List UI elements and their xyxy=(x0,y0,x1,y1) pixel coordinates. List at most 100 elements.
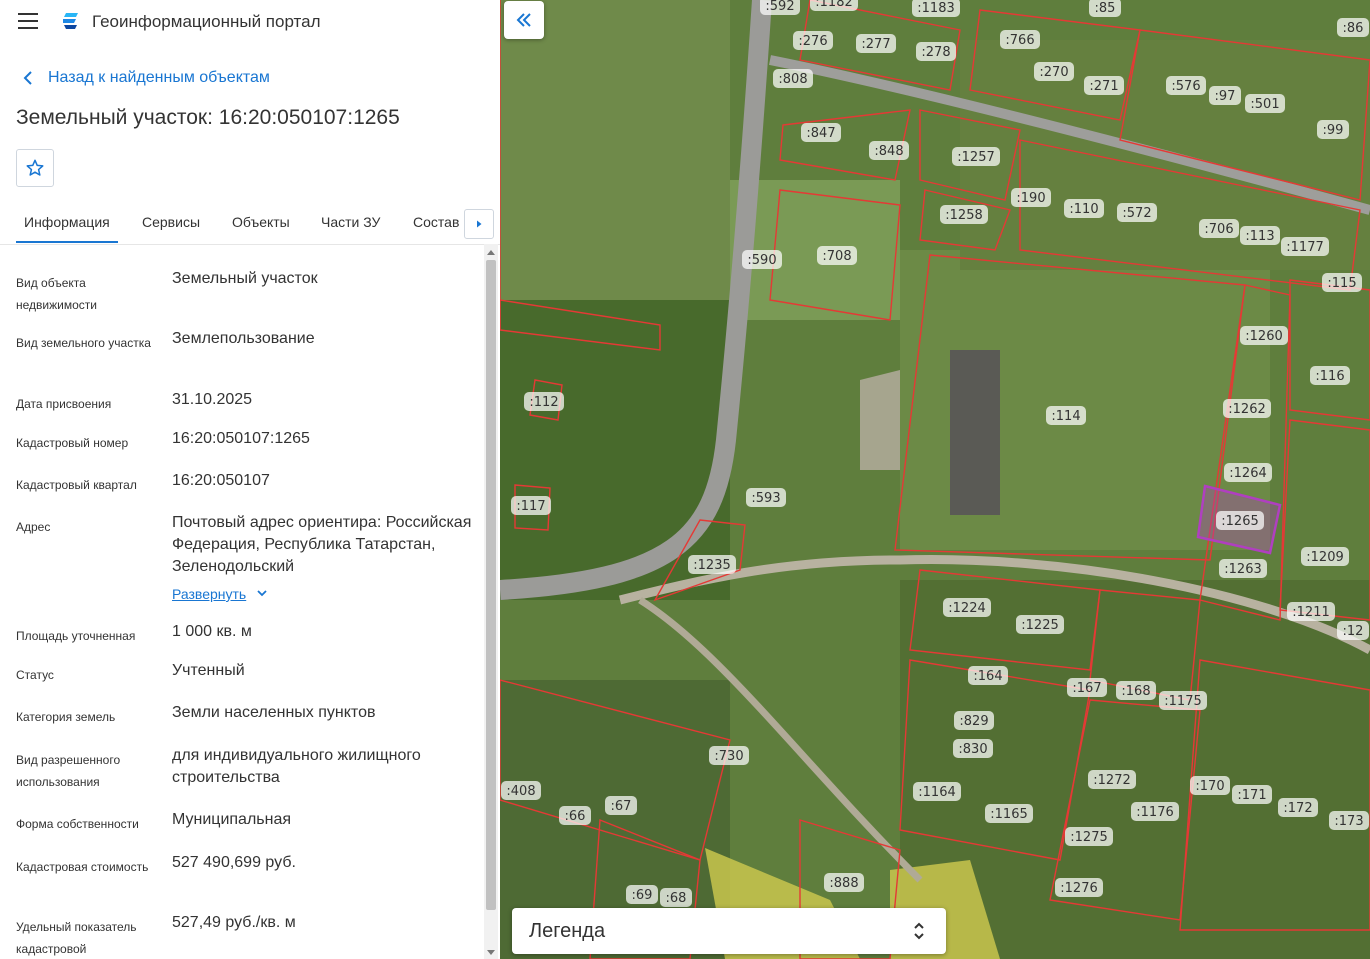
parcel-label[interactable]: :113 xyxy=(1240,226,1280,245)
parcel-number: :572 xyxy=(1122,206,1151,221)
parcel-label[interactable]: :1164 xyxy=(913,782,961,801)
parcel-label[interactable]: :1211 xyxy=(1287,602,1335,621)
parcel-label[interactable]: :170 xyxy=(1190,776,1230,795)
parcel-label[interactable]: :164 xyxy=(968,666,1008,685)
info-value: Учтенный xyxy=(172,662,245,679)
scroll-up-arrow[interactable] xyxy=(487,250,495,255)
map-canvas[interactable]: :592 :1182 :1183 :85 :86 :276 :277 :278 :766 :270… xyxy=(500,0,1370,959)
parcel-label[interactable]: :1224 xyxy=(943,598,991,617)
parcel-label[interactable]: :1165 xyxy=(985,804,1033,823)
parcel-label[interactable]: :576 xyxy=(1166,76,1206,95)
parcel-number: :168 xyxy=(1121,684,1150,699)
parcel-label[interactable]: :115 xyxy=(1322,273,1362,292)
parcel-label[interactable]: :708 xyxy=(817,246,857,265)
parcel-label[interactable]: :1265 xyxy=(1216,511,1264,530)
parcel-label[interactable]: :1272 xyxy=(1088,770,1136,789)
parcel-label[interactable]: :1276 xyxy=(1055,878,1103,897)
parcel-label[interactable]: :277 xyxy=(856,34,896,53)
parcel-label[interactable]: :172 xyxy=(1278,798,1318,817)
scroll-down-arrow[interactable] xyxy=(487,950,495,955)
tab-information[interactable]: Информация xyxy=(24,214,110,230)
parcel-label[interactable]: :1257 xyxy=(952,147,1000,166)
parcel-label[interactable]: :1275 xyxy=(1065,827,1113,846)
legend-panel[interactable]: Легенда xyxy=(512,908,946,954)
parcel-label[interactable]: :830 xyxy=(953,739,993,758)
parcel-label[interactable]: :829 xyxy=(954,711,994,730)
parcel-label[interactable]: :1225 xyxy=(1016,615,1064,634)
expand-address-link[interactable]: Развернуть xyxy=(172,586,272,602)
parcel-label[interactable]: :12 xyxy=(1337,621,1369,640)
info-value: Земли населенных пунктов xyxy=(172,704,376,721)
favorite-button[interactable] xyxy=(16,149,54,187)
parcel-label[interactable]: :1175 xyxy=(1159,691,1207,710)
tab-composition[interactable]: Состав xyxy=(413,214,459,230)
parcel-label[interactable]: :190 xyxy=(1011,188,1051,207)
parcel-label[interactable]: :271 xyxy=(1084,76,1124,95)
map-view[interactable]: :592 :1182 :1183 :85 :86 :276 :277 :278 :766 :270… xyxy=(500,0,1370,959)
parcel-label[interactable]: :766 xyxy=(1000,30,1040,49)
parcel-label[interactable]: :112 xyxy=(524,392,564,411)
parcel-label[interactable]: :730 xyxy=(709,746,749,765)
parcel-label[interactable]: :1183 xyxy=(912,0,960,17)
parcel-label[interactable]: :808 xyxy=(773,69,813,88)
hamburger-icon[interactable] xyxy=(18,13,38,29)
back-link-label: Назад к найденным объектам xyxy=(48,69,270,86)
parcel-label[interactable]: :1260 xyxy=(1240,326,1288,345)
parcel-label[interactable]: :69 xyxy=(626,885,658,904)
parcel-label[interactable]: :847 xyxy=(801,123,841,142)
info-value: 1 000 кв. м xyxy=(172,623,252,640)
parcel-label[interactable]: :85 xyxy=(1089,0,1121,17)
parcel-label[interactable]: :1235 xyxy=(688,555,736,574)
parcel-label[interactable]: :173 xyxy=(1329,811,1369,830)
parcel-label[interactable]: :171 xyxy=(1232,785,1272,804)
back-to-results-link[interactable]: Назад к найденным объектам xyxy=(18,66,270,90)
parcel-label[interactable]: :114 xyxy=(1046,406,1086,425)
info-value: Землепользование xyxy=(172,330,315,347)
parcel-label[interactable]: :501 xyxy=(1245,94,1285,113)
tabs-next-button[interactable] xyxy=(464,209,494,239)
parcel-label[interactable]: :1263 xyxy=(1219,559,1267,578)
parcel-label[interactable]: :593 xyxy=(746,488,786,507)
collapse-panel-button[interactable] xyxy=(504,1,544,39)
parcel-label[interactable]: :168 xyxy=(1116,681,1156,700)
parcel-label[interactable]: :276 xyxy=(793,31,833,50)
parcel-label[interactable]: :1264 xyxy=(1224,463,1272,482)
tab-objects[interactable]: Объекты xyxy=(232,214,290,230)
parcel-label[interactable]: :117 xyxy=(511,496,551,515)
parcel-label[interactable]: :1209 xyxy=(1301,547,1349,566)
parcel-label[interactable]: :888 xyxy=(824,873,864,892)
scroll-thumb[interactable] xyxy=(486,260,496,910)
parcel-label[interactable]: :116 xyxy=(1310,366,1350,385)
parcel-label[interactable]: :592 xyxy=(760,0,800,15)
parcel-label[interactable]: :167 xyxy=(1067,678,1107,697)
parcel-label[interactable]: :68 xyxy=(660,888,692,907)
tab-services[interactable]: Сервисы xyxy=(142,214,200,230)
parcel-label[interactable]: :572 xyxy=(1117,203,1157,222)
parcel-label[interactable]: :848 xyxy=(869,141,909,160)
parcel-number: :1276 xyxy=(1060,881,1097,896)
parcel-label[interactable]: :97 xyxy=(1209,86,1241,105)
parcel-label[interactable]: :1176 xyxy=(1131,802,1179,821)
star-icon xyxy=(26,159,44,176)
parcel-label[interactable]: :67 xyxy=(605,796,637,815)
parcel-label[interactable]: :66 xyxy=(559,806,591,825)
parcel-label[interactable]: :1262 xyxy=(1223,399,1271,418)
info-value: Муниципальная xyxy=(172,811,292,828)
parcel-label[interactable]: :1182 xyxy=(810,0,858,11)
tab-parts[interactable]: Части ЗУ xyxy=(321,214,380,230)
parcel-label[interactable]: :1258 xyxy=(940,205,988,224)
parcel-label[interactable]: :86 xyxy=(1337,18,1369,37)
top-bar: Геоинформационный портал xyxy=(0,0,500,44)
parcel-label[interactable]: :590 xyxy=(742,250,782,269)
parcel-label[interactable]: :1177 xyxy=(1281,237,1329,256)
info-label: Вид земельного участка xyxy=(16,336,151,350)
parcel-label[interactable]: :706 xyxy=(1199,219,1239,238)
parcel-label[interactable]: :408 xyxy=(501,781,541,800)
parcel-label[interactable]: :110 xyxy=(1064,199,1104,218)
parcel-label[interactable]: :278 xyxy=(916,42,956,61)
info-scrollbar[interactable] xyxy=(484,244,498,959)
parcel-label[interactable]: :270 xyxy=(1034,62,1074,81)
parcel-label[interactable]: :99 xyxy=(1317,120,1349,139)
chevron-down-icon xyxy=(257,590,267,597)
info-list: Вид объекта недвижимости Земельный участ… xyxy=(0,244,483,959)
